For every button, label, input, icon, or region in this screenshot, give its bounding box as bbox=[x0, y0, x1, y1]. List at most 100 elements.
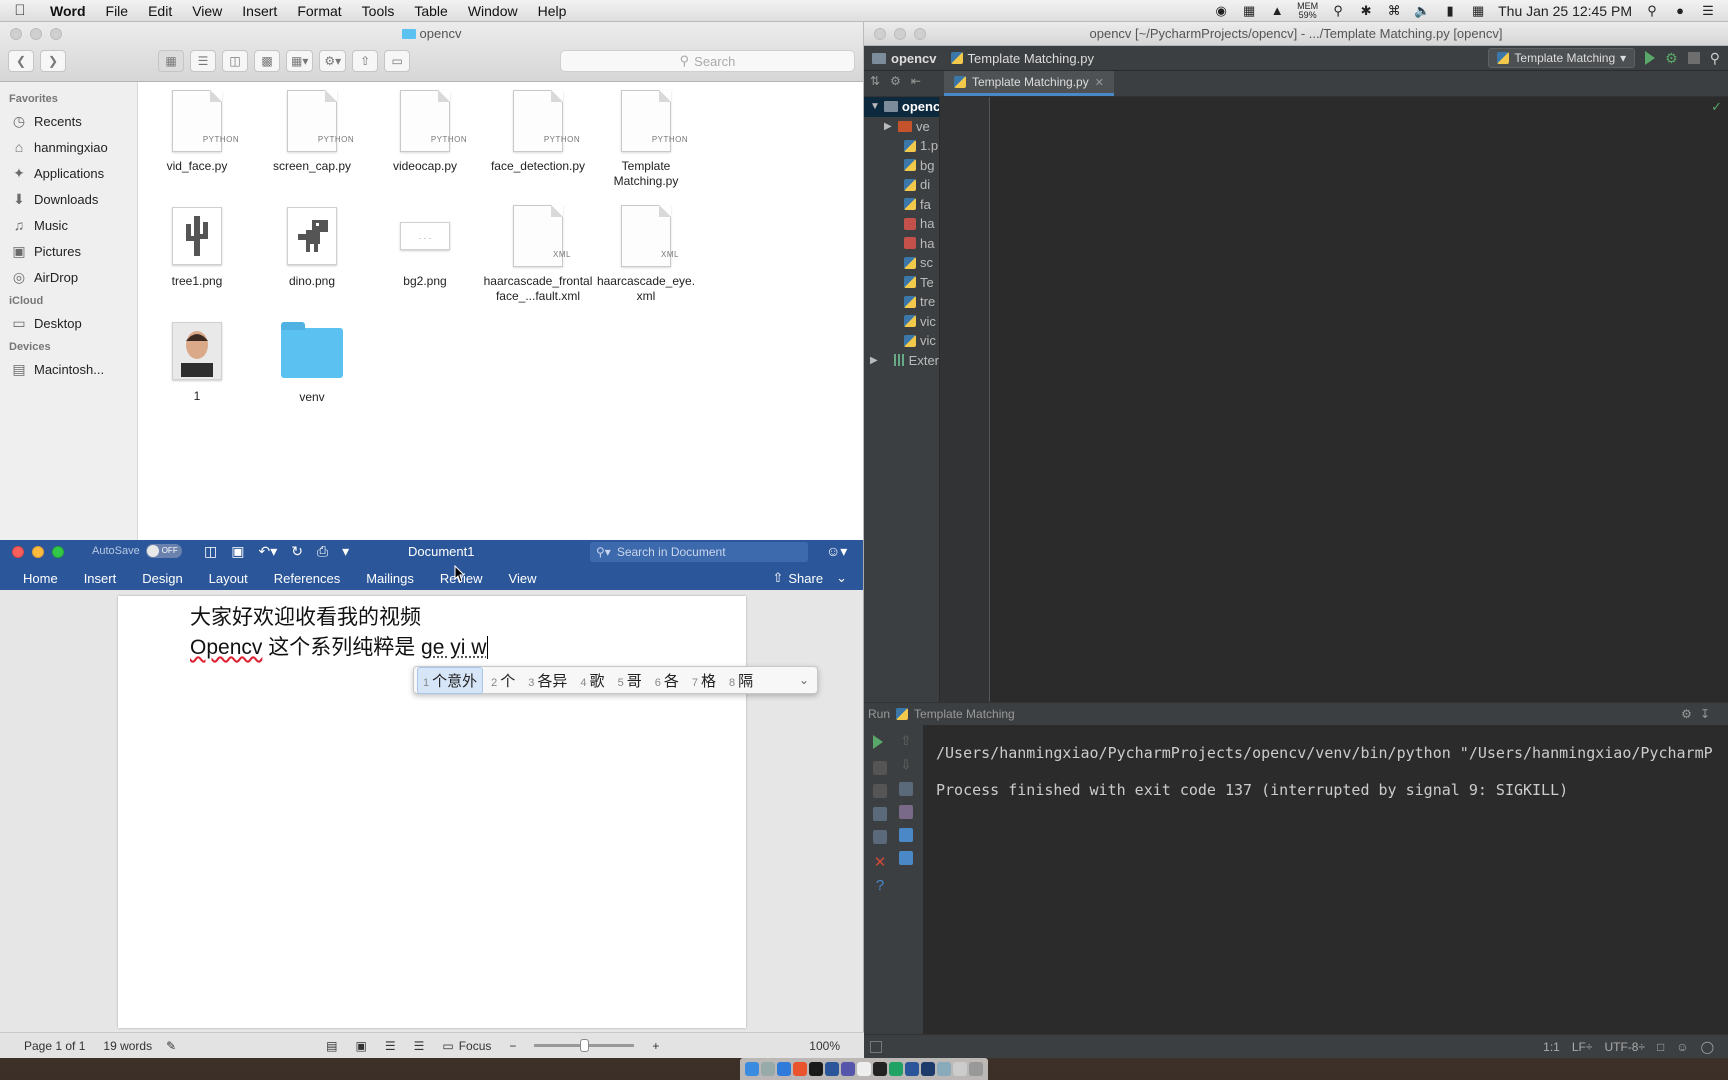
file-item[interactable]: tree1.png bbox=[141, 205, 253, 289]
trash-dock-icon[interactable] bbox=[969, 1062, 983, 1076]
file-item[interactable]: PYTHON face_detection.py bbox=[482, 90, 594, 174]
documents-dock-icon[interactable] bbox=[953, 1062, 967, 1076]
chrome-dock-icon[interactable] bbox=[793, 1062, 807, 1076]
sidebar-toggle-icon[interactable]: ◫ bbox=[204, 543, 217, 560]
tab-home[interactable]: Home bbox=[0, 571, 71, 586]
code-editor[interactable]: ✓ bbox=[940, 97, 1728, 702]
customize-icon[interactable]: ▾ bbox=[342, 543, 349, 560]
zoom-button[interactable] bbox=[52, 546, 64, 558]
zoom-level[interactable]: 100% bbox=[809, 1039, 840, 1053]
split-icon[interactable]: ⇅ bbox=[870, 74, 880, 88]
file-encoding[interactable]: UTF-8÷ bbox=[1604, 1040, 1645, 1054]
sidebar-item-music[interactable]: ♫ Music bbox=[0, 212, 137, 238]
file-item[interactable]: 1 bbox=[141, 320, 253, 404]
action-button[interactable]: ⚙▾ bbox=[319, 50, 347, 72]
zoom-out-icon[interactable]: − bbox=[509, 1039, 516, 1053]
chevron-down-icon[interactable]: ▼ bbox=[870, 101, 880, 112]
tree-item[interactable]: di bbox=[864, 175, 939, 195]
sidebar-item-applications[interactable]: ✦ Applications bbox=[0, 160, 137, 186]
bluetooth-icon[interactable]: ✱ bbox=[1358, 3, 1374, 18]
file-item[interactable]: PYTHON Template Matching.py bbox=[596, 90, 696, 189]
back-button[interactable]: ❮ bbox=[8, 50, 34, 72]
safari-dock-icon[interactable] bbox=[777, 1062, 791, 1076]
apple-icon[interactable]:  bbox=[0, 2, 40, 19]
close-icon[interactable]: ✕ bbox=[1095, 76, 1104, 89]
chevron-down-icon[interactable]: ⌄ bbox=[799, 673, 817, 687]
tree-item[interactable]: sc bbox=[864, 253, 939, 273]
rerun-icon[interactable] bbox=[873, 735, 883, 749]
menu-view[interactable]: View bbox=[182, 3, 232, 19]
print-layout-icon[interactable]: ▤ bbox=[326, 1039, 337, 1053]
tab-view[interactable]: View bbox=[496, 571, 550, 586]
pin-icon[interactable] bbox=[873, 830, 887, 844]
proofing-icon[interactable]: ✎ bbox=[166, 1039, 176, 1053]
tree-item[interactable]: bg bbox=[864, 156, 939, 176]
tree-item[interactable]: ▶ Exter bbox=[864, 351, 939, 371]
sidebar-item-pictures[interactable]: ▣ Pictures bbox=[0, 238, 137, 264]
sidebar-item-macintosh[interactable]: ▤ Macintosh... bbox=[0, 356, 137, 382]
trash-icon[interactable] bbox=[899, 851, 913, 865]
menu-file[interactable]: File bbox=[96, 3, 139, 19]
tree-item[interactable]: 1.p bbox=[864, 136, 939, 156]
gear-icon[interactable]: ⚙ bbox=[890, 74, 901, 88]
menu-format[interactable]: Format bbox=[287, 3, 351, 19]
notification-center-icon[interactable]: ☰ bbox=[1700, 3, 1716, 18]
save-icon[interactable]: ▣ bbox=[231, 543, 244, 560]
group-button[interactable]: ▦▾ bbox=[286, 50, 314, 72]
tool-window-icon[interactable] bbox=[870, 1040, 882, 1053]
notification-icon[interactable]: ▲ bbox=[1269, 3, 1285, 18]
zoom-slider[interactable] bbox=[534, 1039, 635, 1052]
word-alt-dock-icon[interactable] bbox=[905, 1062, 919, 1076]
console-output[interactable]: /Users/hanmingxiao/PycharmProjects/openc… bbox=[936, 735, 1713, 809]
zoom-in-icon[interactable]: + bbox=[652, 1039, 659, 1053]
wrap-icon[interactable] bbox=[899, 782, 913, 796]
ime-candidate-8[interactable]: 8隔 bbox=[724, 668, 758, 693]
draft-icon[interactable]: ☰ bbox=[414, 1039, 425, 1053]
help-icon[interactable]: ? bbox=[870, 877, 890, 894]
ime-candidate-2[interactable]: 2个 bbox=[486, 668, 520, 693]
tree-item[interactable]: Te bbox=[864, 273, 939, 293]
tab-insert[interactable]: Insert bbox=[71, 571, 130, 586]
spotlight-icon[interactable]: ⚲ bbox=[1644, 3, 1660, 18]
file-item[interactable]: dino.png bbox=[256, 205, 368, 289]
file-item[interactable]: venv bbox=[256, 320, 368, 405]
launchpad-dock-icon[interactable] bbox=[761, 1062, 775, 1076]
column-view-button[interactable]: ◫ bbox=[222, 50, 248, 72]
zoom-slider-thumb[interactable] bbox=[580, 1039, 590, 1052]
run-config-select[interactable]: Template Matching ▾ bbox=[1488, 48, 1636, 68]
magnifier-key-icon[interactable]: ⚲ bbox=[1330, 3, 1346, 18]
ime-candidate-1[interactable]: 1 个意外 bbox=[417, 666, 484, 694]
search-icon[interactable]: ⚲ bbox=[1710, 50, 1720, 67]
layout-icon[interactable] bbox=[873, 807, 887, 821]
collapse-icon[interactable]: ⇤ bbox=[911, 74, 921, 88]
inspector-icon[interactable]: ☺ bbox=[1676, 1040, 1688, 1054]
finder-search-field[interactable]: ⚲ Search bbox=[560, 50, 855, 72]
file-item[interactable]: PYTHON screen_cap.py bbox=[256, 90, 368, 174]
tab-template-matching[interactable]: Template Matching.py ✕ bbox=[944, 71, 1114, 96]
sidebar-item-home[interactable]: ⌂ hanmingxiao bbox=[0, 134, 137, 160]
volume-icon[interactable]: 🔈 bbox=[1414, 3, 1430, 18]
lock-icon[interactable]: □ bbox=[1657, 1040, 1664, 1054]
minimize-button[interactable] bbox=[894, 28, 906, 40]
file-item[interactable]: XML haarcascade_frontalface_...fault.xml bbox=[482, 205, 594, 304]
window-manager-icon[interactable]: ▦ bbox=[1241, 3, 1257, 18]
tree-item[interactable]: ha bbox=[864, 214, 939, 234]
word-count[interactable]: 19 words bbox=[103, 1039, 152, 1053]
siri-icon[interactable]: ● bbox=[1672, 3, 1688, 18]
stop-icon[interactable] bbox=[873, 761, 887, 775]
menu-table[interactable]: Table bbox=[404, 3, 457, 19]
redo-icon[interactable]: ↻ bbox=[291, 543, 303, 560]
breadcrumb-project[interactable]: opencv bbox=[872, 51, 937, 66]
word-dock-icon[interactable] bbox=[825, 1062, 839, 1076]
tab-layout[interactable]: Layout bbox=[196, 571, 261, 586]
file-item[interactable]: PYTHON videocap.py bbox=[369, 90, 481, 174]
menu-window[interactable]: Window bbox=[458, 3, 528, 19]
icon-view-button[interactable]: ▦ bbox=[158, 50, 184, 72]
scroll-end-icon[interactable] bbox=[899, 805, 913, 819]
caret-position[interactable]: 1:1 bbox=[1543, 1040, 1560, 1054]
smiley-feedback-icon[interactable]: ☺▾ bbox=[826, 543, 847, 560]
tree-item[interactable]: vic bbox=[864, 331, 939, 351]
print-icon[interactable]: ⎙ bbox=[317, 543, 328, 560]
textedit-dock-icon[interactable] bbox=[857, 1062, 871, 1076]
sidebar-item-desktop[interactable]: ▭ Desktop bbox=[0, 310, 137, 336]
